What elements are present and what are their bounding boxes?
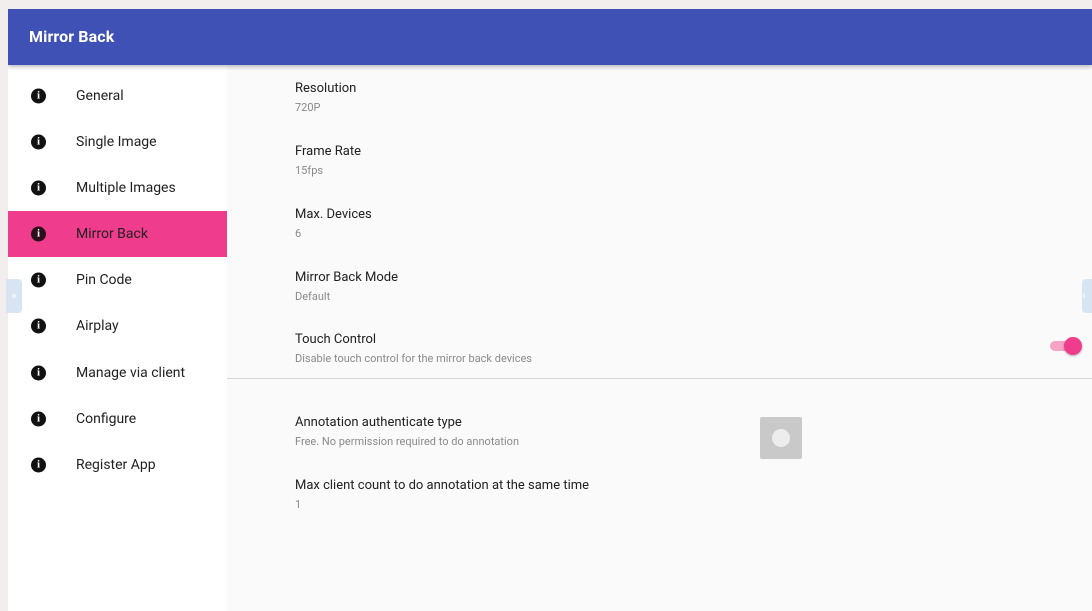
sidebar-item-multiple-images[interactable]: i Multiple Images <box>8 165 227 211</box>
pref-summary: Free. No permission required to do annot… <box>295 435 520 448</box>
toggle-thumb <box>1064 337 1082 355</box>
settings-window: Mirror Back i General i Single Image i M… <box>8 9 1092 611</box>
info-icon: i <box>31 180 46 196</box>
pref-mirror-back-mode[interactable]: Mirror Back Mode Default <box>295 270 398 303</box>
sidebar-item-manage-via-client[interactable]: i Manage via client <box>8 350 227 396</box>
pref-summary: Disable touch control for the mirror bac… <box>295 352 532 365</box>
pref-title: Touch Control <box>295 332 377 347</box>
annotation-type-button[interactable] <box>760 417 802 459</box>
sidebar-item-label: Manage via client <box>76 365 186 381</box>
sidebar-item-mirror-back[interactable]: i Mirror Back <box>8 211 227 257</box>
pref-title: Resolution <box>295 81 357 96</box>
info-icon: i <box>31 318 46 334</box>
circle-icon <box>772 429 790 447</box>
pref-frame-rate[interactable]: Frame Rate 15fps <box>295 144 361 177</box>
app-bar: Mirror Back <box>8 9 1092 65</box>
pref-title: Annotation authenticate type <box>295 415 462 430</box>
info-icon: i <box>31 134 46 150</box>
pref-annotation-authenticate-type[interactable]: Annotation authenticate type Free. No pe… <box>295 415 519 448</box>
pref-value: 6 <box>295 227 302 240</box>
sidebar-item-pin-code[interactable]: i Pin Code <box>8 257 227 303</box>
info-icon: i <box>31 365 46 381</box>
pref-title: Mirror Back Mode <box>295 270 399 285</box>
expand-left-handle[interactable]: » <box>6 279 22 313</box>
sidebar-item-register-app[interactable]: i Register App <box>8 442 227 488</box>
double-chevron-right-icon: » <box>11 289 17 302</box>
pref-touch-control[interactable]: Touch Control Disable touch control for … <box>295 332 532 365</box>
settings-content: Resolution 720P Frame Rate 15fps Max. De… <box>227 65 1092 611</box>
sidebar-item-label: Configure <box>76 411 137 427</box>
info-icon: i <box>31 272 46 288</box>
section-divider <box>227 378 1092 379</box>
pref-title: Max client count to do annotation at the… <box>295 478 590 493</box>
info-icon: i <box>31 411 46 427</box>
sidebar-item-label: Pin Code <box>76 272 132 288</box>
sidebar-item-label: General <box>76 88 124 104</box>
info-icon: i <box>31 457 46 473</box>
pref-max-devices[interactable]: Max. Devices 6 <box>295 207 372 240</box>
sidebar-item-label: Single Image <box>76 134 157 150</box>
touch-control-toggle[interactable] <box>1050 337 1082 355</box>
sidebar-item-general[interactable]: i General <box>8 73 227 119</box>
sidebar-item-label: Multiple Images <box>76 180 176 196</box>
pref-value: 1 <box>295 498 302 511</box>
info-icon: i <box>31 226 46 242</box>
pref-resolution[interactable]: Resolution 720P <box>295 81 356 114</box>
pref-value: Default <box>295 290 331 303</box>
settings-sidebar: i General i Single Image i Multiple Imag… <box>8 65 227 611</box>
info-icon: i <box>31 88 46 104</box>
app-title: Mirror Back <box>29 27 115 46</box>
expand-right-handle[interactable]: ‹ <box>1082 279 1092 313</box>
sidebar-item-airplay[interactable]: i Airplay <box>8 303 227 349</box>
sidebar-item-single-image[interactable]: i Single Image <box>8 119 227 165</box>
pref-value: 720P <box>295 101 321 114</box>
sidebar-item-label: Airplay <box>76 318 119 334</box>
pref-value: 15fps <box>295 164 324 177</box>
pref-title: Max. Devices <box>295 207 372 222</box>
sidebar-item-label: Mirror Back <box>76 226 148 242</box>
sidebar-item-configure[interactable]: i Configure <box>8 396 227 442</box>
pref-max-client-count[interactable]: Max client count to do annotation at the… <box>295 478 589 511</box>
chevron-left-icon: ‹ <box>1082 289 1086 302</box>
sidebar-item-label: Register App <box>76 457 156 473</box>
pref-title: Frame Rate <box>295 144 361 159</box>
